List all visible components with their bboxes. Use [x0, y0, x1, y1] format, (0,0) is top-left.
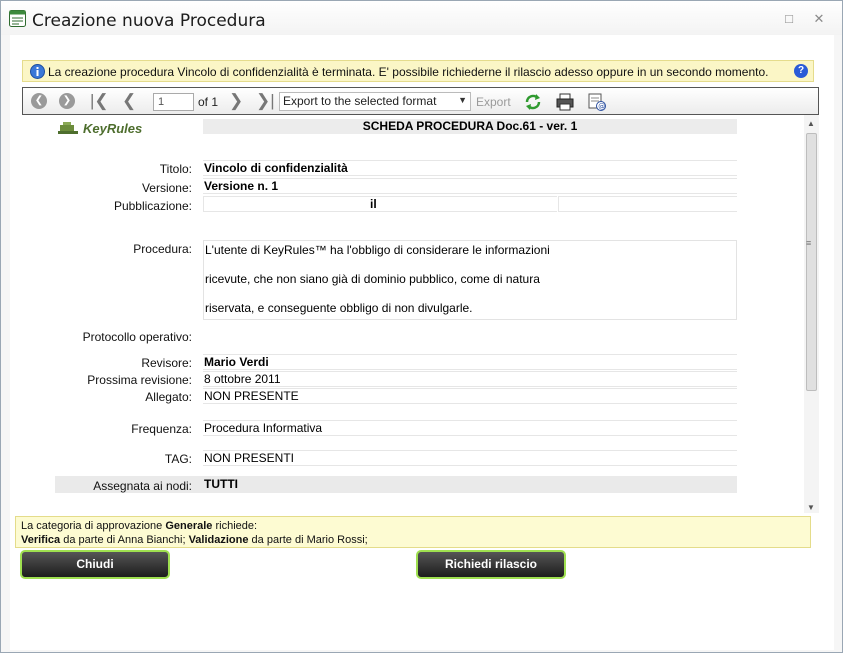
verifica-text: da parte di Anna Bianchi;: [60, 534, 189, 546]
label-tag: TAG:: [164, 452, 192, 466]
chevron-down-icon: ▼: [458, 95, 467, 105]
refresh-icon[interactable]: [523, 92, 543, 112]
info-icon: [30, 64, 45, 79]
svg-text:@: @: [598, 103, 605, 111]
approval-info-box: La categoria di approvazione Generale ri…: [15, 516, 811, 548]
label-versione: Versione:: [141, 181, 192, 195]
close-icon[interactable]: ✕: [811, 11, 827, 27]
label-prossima-revisione: Prossima revisione:: [87, 373, 192, 387]
email-icon[interactable]: @: [587, 92, 607, 112]
approval-line-2: Verifica da parte di Anna Bianchi; Valid…: [21, 534, 368, 546]
scroll-down-icon[interactable]: ▼: [807, 503, 815, 512]
logo-icon: [58, 122, 78, 134]
label-protocollo: Protocollo operativo:: [82, 330, 192, 344]
page-count: of 1: [198, 95, 219, 109]
first-page-icon[interactable]: |❮: [90, 91, 109, 111]
dialog-window: Creazione nuova Procedura □ ✕ La creazio…: [0, 0, 843, 653]
value-titolo: Vincolo di confidenzialità: [203, 160, 737, 176]
value-pubblicazione-date: [203, 196, 369, 212]
approval-prefix: La categoria di approvazione: [21, 520, 166, 532]
value-versione: Versione n. 1: [203, 178, 737, 194]
value-tag: NON PRESENTI: [203, 450, 737, 466]
label-assegnata: Assegnata ai nodi:: [93, 479, 192, 493]
prev-page-icon[interactable]: ❮: [122, 91, 136, 111]
value-frequenza: Procedura Informativa: [203, 420, 737, 436]
prev-circle-icon[interactable]: ❯: [59, 93, 75, 109]
value-prossima-revisione: 8 ottobre 2011: [203, 371, 737, 387]
page-number-input[interactable]: [153, 93, 194, 111]
next-page-icon[interactable]: ❯: [229, 91, 243, 111]
scroll-grip-icon: ≡: [806, 238, 812, 248]
label-titolo: Titolo:: [159, 162, 192, 176]
info-message-text: La creazione procedura Vincolo di confid…: [48, 65, 769, 79]
scroll-thumb[interactable]: [806, 133, 817, 391]
procedura-line: L'utente di KeyRules™ ha l'obbligo di co…: [205, 243, 550, 257]
close-button[interactable]: Chiudi: [20, 550, 170, 579]
label-allegato: Allegato:: [145, 390, 192, 404]
procedura-line: ricevute, che non siano già di dominio p…: [205, 272, 540, 286]
scroll-up-icon[interactable]: ▲: [807, 119, 815, 128]
value-pubblicazione-extra: [558, 196, 737, 212]
value-assegnata: TUTTI: [204, 477, 238, 491]
report-scrollbar[interactable]: ▲ ≡ ▼: [804, 115, 819, 513]
keyrules-logo: KeyRules: [58, 121, 142, 137]
label-revisore: Revisore:: [141, 356, 192, 370]
help-icon[interactable]: ?: [794, 64, 808, 78]
maximize-icon[interactable]: □: [781, 11, 797, 27]
info-message-bar: La creazione procedura Vincolo di confid…: [22, 60, 814, 82]
value-procedura: L'utente di KeyRules™ ha l'obbligo di co…: [203, 240, 737, 320]
label-procedura: Procedura:: [133, 242, 192, 256]
export-button[interactable]: Export: [476, 95, 511, 109]
report-viewer: KeyRules SCHEDA PROCEDURA Doc.61 - ver. …: [22, 115, 804, 513]
approval-suffix: richiede:: [212, 520, 258, 532]
label-pubblicazione: Pubblicazione:: [113, 199, 192, 213]
report-toolbar: ❮ ❯ |❮ ❮ of 1 ❯ ❯| Export to the selecte…: [22, 87, 819, 115]
first-circle-icon[interactable]: ❮: [31, 93, 47, 109]
label-frequenza: Frequenza:: [131, 422, 192, 436]
value-pubblicazione-il: il: [369, 196, 557, 212]
export-format-value: Export to the selected format: [283, 94, 437, 108]
validazione-text: da parte di Mario Rossi;: [248, 534, 368, 546]
sheet-title: SCHEDA PROCEDURA Doc.61 - ver. 1: [203, 119, 737, 134]
logo-text: KeyRules: [83, 121, 143, 136]
value-revisore: Mario Verdi: [203, 354, 737, 370]
request-release-button[interactable]: Richiedi rilascio: [416, 550, 566, 579]
approval-line-1: La categoria di approvazione Generale ri…: [21, 520, 257, 532]
procedura-line: riservata, e conseguente obbligo di non …: [205, 301, 473, 315]
window-title: Creazione nuova Procedura: [32, 11, 266, 31]
approval-category: Generale: [165, 520, 213, 532]
form-icon: [9, 10, 26, 27]
title-bar: Creazione nuova Procedura □ ✕: [1, 1, 842, 35]
value-allegato: NON PRESENTE: [203, 388, 737, 404]
verifica-label: Verifica: [21, 534, 61, 546]
validazione-label: Validazione: [188, 534, 249, 546]
print-icon[interactable]: [555, 92, 575, 112]
last-page-icon[interactable]: ❯|: [256, 91, 275, 111]
export-format-select[interactable]: Export to the selected format ▼: [279, 92, 471, 111]
